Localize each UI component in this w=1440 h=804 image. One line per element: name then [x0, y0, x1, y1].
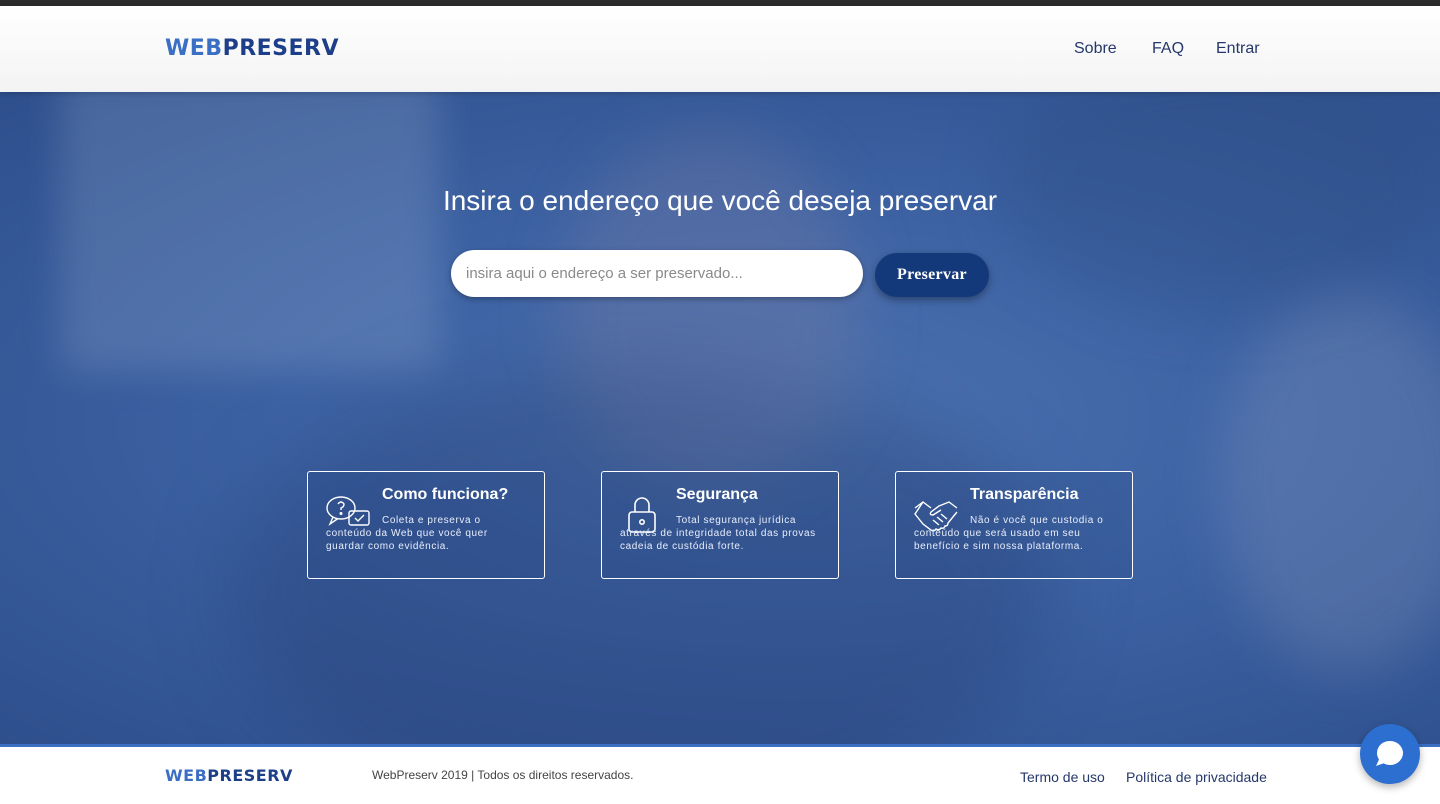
background-photo-shape — [60, 92, 440, 372]
header-logo[interactable]: WEBPRESERV — [165, 36, 339, 61]
hero-title: Insira o endereço que você deseja preser… — [442, 185, 998, 216]
feature-title: Segurança — [676, 486, 758, 503]
feature-card-how-it-works[interactable]: Como funciona? Coleta e preserva o conte… — [307, 471, 545, 579]
chat-bubble-icon — [1376, 740, 1403, 766]
preservar-button[interactable]: Preservar — [875, 253, 989, 297]
feature-card-transparency[interactable]: Transparência Não é você que custodia o … — [895, 471, 1133, 579]
site-footer: WEBPRESERV WebPreserv 2019 | Todos os di… — [0, 744, 1440, 804]
feature-description: Coleta e preserva o conteúdo da Web que … — [326, 515, 488, 552]
background-photo-shape — [1220, 292, 1440, 672]
feature-description: Não é você que custodia o conteúdo que s… — [914, 515, 1104, 552]
nav-sobre[interactable]: Sobre — [1074, 40, 1117, 58]
footer-logo[interactable]: WEBPRESERV — [165, 766, 293, 785]
feature-description: Total segurança jurídica através de inte… — [620, 515, 816, 552]
hero-section: Insira o endereço que você deseja preser… — [0, 92, 1440, 744]
feature-title: Transparência — [970, 486, 1079, 503]
privacy-policy-link[interactable]: Política de privacidade — [1126, 769, 1267, 785]
nav-entrar[interactable]: Entrar — [1216, 40, 1260, 58]
site-header: WEBPRESERV Sobre FAQ Entrar — [0, 6, 1440, 92]
terms-of-use-link[interactable]: Termo de uso — [1020, 769, 1105, 785]
chat-widget-button[interactable] — [1360, 724, 1420, 784]
feature-title: Como funciona? — [382, 486, 509, 503]
feature-card-security[interactable]: Segurança Total segurança jurídica atrav… — [601, 471, 839, 579]
copyright-text: WebPreserv 2019 | Todos os direitos rese… — [372, 768, 634, 782]
nav-faq[interactable]: FAQ — [1152, 40, 1184, 58]
url-search-input[interactable] — [451, 250, 863, 297]
